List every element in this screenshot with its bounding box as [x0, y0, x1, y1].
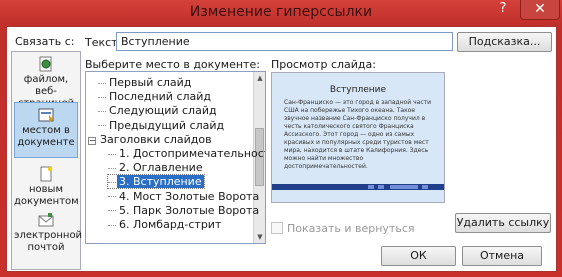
- tree-item[interactable]: 3. Вступление: [107, 174, 205, 190]
- tree-item[interactable]: Последний слайд: [98, 90, 213, 103]
- tree-line: [98, 110, 106, 112]
- tree-line: [98, 96, 106, 98]
- tooltip-button[interactable]: Подсказка...: [457, 32, 552, 52]
- tree-line: [108, 181, 116, 183]
- slide-nav-dot: [378, 185, 384, 189]
- tree-item-label: 6. Ломбард-стрит: [119, 218, 222, 231]
- tree-item-label: 4. Мост Золотые Ворота: [119, 189, 260, 203]
- link-new-document[interactable]: новым документом: [14, 166, 79, 207]
- tree-item-label: 3. Вступление: [117, 175, 204, 189]
- help-button[interactable]: ?: [490, 0, 516, 20]
- link-place-label: местом в документе: [17, 125, 75, 148]
- scroll-up-icon[interactable]: ▲: [254, 72, 265, 84]
- slide-preview: Вступление Сан-Франциско — это город в з…: [271, 72, 445, 203]
- show-and-return-label: Показать и вернуться: [287, 222, 415, 235]
- link-place-in-document[interactable]: местом в документе: [14, 102, 78, 158]
- tree-item[interactable]: 6. Ломбард-стрит: [108, 218, 223, 231]
- globe-file-icon: [38, 56, 54, 72]
- link-email-label: электронной почтой: [14, 230, 83, 253]
- tree-item-label: 1. Достопримечательности: [119, 147, 266, 160]
- dialog-title: Изменение гиперссылки: [189, 4, 373, 20]
- link-email[interactable]: электронной почтой: [14, 212, 82, 253]
- document-place-icon: [38, 107, 54, 123]
- cancel-button[interactable]: Отмена: [462, 246, 542, 266]
- tree-item-label: Предыдущий слайд: [109, 118, 225, 132]
- link-with-label: Связать с:: [15, 35, 75, 48]
- tree-item-label: Заголовки слайдов: [100, 132, 212, 146]
- tree-item[interactable]: Следующий слайд: [98, 104, 219, 117]
- tree-item[interactable]: 1. Достопримечательности: [108, 147, 266, 160]
- slide-nav-dot: [368, 185, 374, 189]
- tree-item-label: Последний слайд: [109, 90, 212, 104]
- preview-label: Просмотр слайда:: [271, 58, 376, 71]
- title-bar: Изменение гиперссылки ? ✕: [0, 0, 562, 26]
- tree-line: [98, 82, 106, 84]
- link-type-panel: файлом, веб-страницей местом в документе…: [11, 51, 82, 270]
- slide-nav-dot: [390, 185, 418, 189]
- tree-line: [98, 125, 106, 127]
- scroll-down-icon[interactable]: ▼: [254, 231, 265, 243]
- tree-line: [108, 167, 116, 169]
- hyperlink-dialog: Изменение гиперссылки ? ✕ Связать с: фай…: [0, 0, 562, 277]
- tree-line: [108, 224, 116, 226]
- link-new-document-label: новым документом: [14, 184, 79, 207]
- tree-item[interactable]: 4. Мост Золотые Ворота: [108, 190, 261, 203]
- slide-thumbnail: Вступление Сан-Франциско — это город в з…: [272, 73, 444, 202]
- remove-link-button[interactable]: Удалить ссылку: [455, 213, 551, 233]
- tree-item-label: Следующий слайд: [109, 104, 217, 118]
- tree-item-label: 2. Оглавление: [119, 161, 203, 175]
- ok-button[interactable]: ОК: [381, 246, 456, 266]
- slide-nav-bar: [272, 184, 444, 190]
- tree-line: [108, 153, 116, 155]
- tree-line: [108, 196, 116, 198]
- tree-item[interactable]: 2. Оглавление: [108, 161, 205, 174]
- tree-item[interactable]: Предыдущий слайд: [98, 119, 226, 132]
- tree-line: [108, 210, 116, 212]
- dialog-content: Связать с: файлом, веб-страницей местом …: [6, 26, 557, 272]
- tree-item-label: 5. Парк Золотые Ворота: [119, 203, 260, 217]
- link-file-webpage[interactable]: файлом, веб-страницей: [14, 56, 78, 109]
- tree-item[interactable]: − Заголовки слайдов: [88, 133, 214, 146]
- text-input[interactable]: Вступление: [116, 32, 453, 51]
- tree-item[interactable]: Первый слайд: [98, 76, 193, 89]
- show-and-return-checkbox[interactable]: [271, 222, 283, 234]
- place-label: Выберите место в документе:: [85, 58, 260, 71]
- email-icon: [38, 212, 54, 228]
- close-button[interactable]: ✕: [520, 0, 560, 20]
- slide-title: Вступление: [329, 85, 387, 95]
- tree-item[interactable]: 5. Парк Золотые Ворота: [108, 204, 261, 217]
- tree-item-label: Первый слайд: [109, 76, 192, 89]
- slide-body-text: Сан-Франциско — это город в западной час…: [284, 99, 432, 170]
- place-tree[interactable]: ▲ ▼ Первый слайд Последний слайд Следующий…: [85, 71, 266, 244]
- collapse-icon[interactable]: −: [88, 136, 96, 145]
- new-document-icon: [38, 166, 54, 182]
- slide-nav-dot: [422, 185, 428, 189]
